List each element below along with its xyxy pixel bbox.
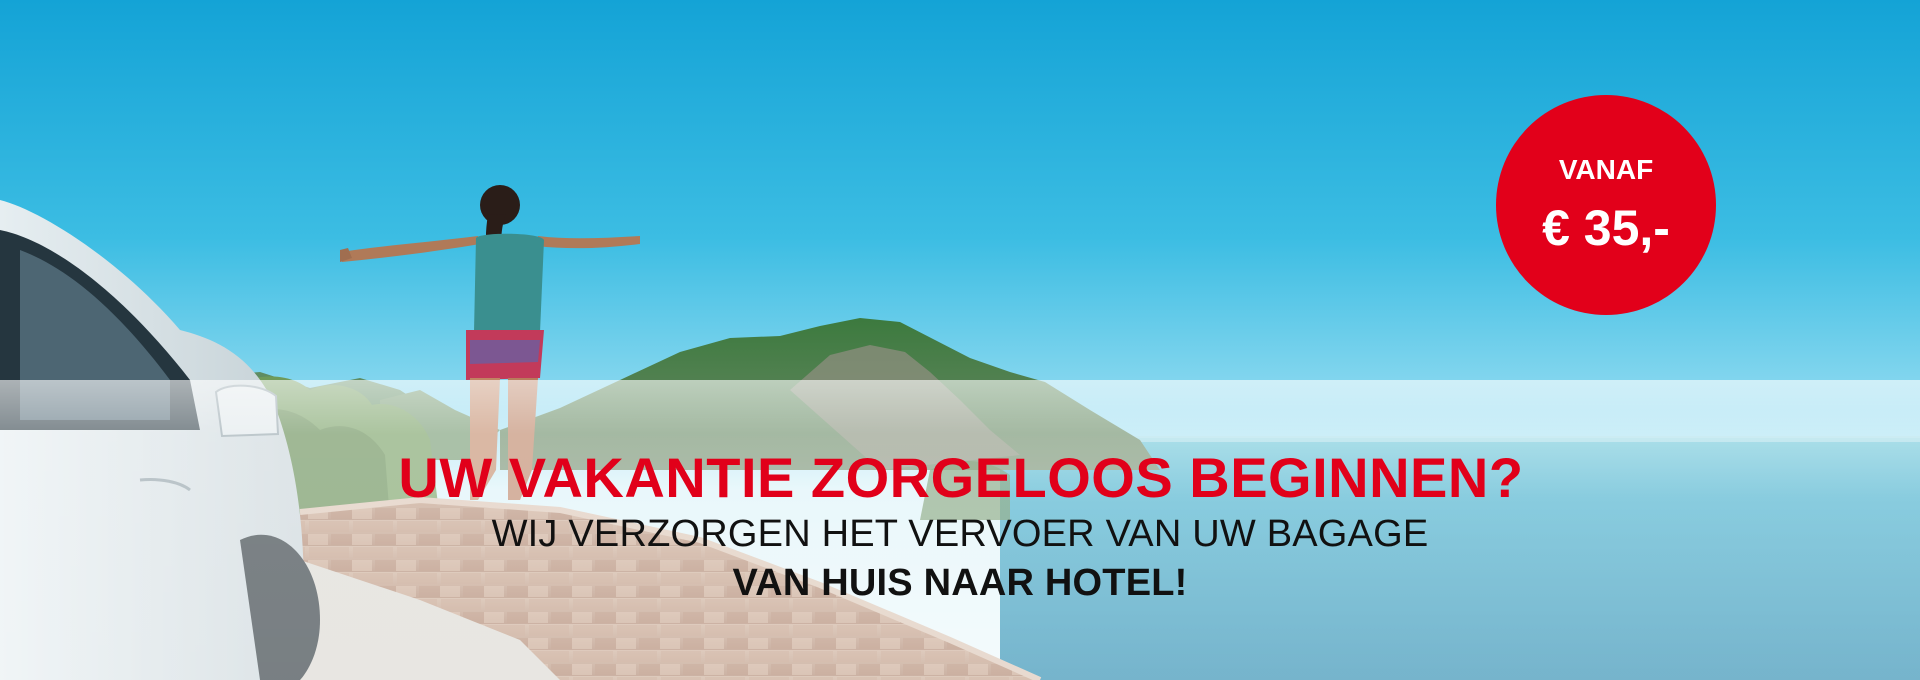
hero-subline: WIJ VERZORGEN HET VERVOER VAN UW BAGAGE [491,513,1429,555]
price-badge-label: VANAF [1558,154,1654,185]
hero-headline: UW VAKANTIE ZORGELOOS BEGINNEN? [398,446,1524,509]
price-badge-value: € 35,- [1542,200,1670,256]
hero-banner: UW VAKANTIE ZORGELOOS BEGINNEN? WIJ VERZ… [0,0,1920,680]
price-badge: VANAF € 35,- [1496,95,1716,315]
hero-text: UW VAKANTIE ZORGELOOS BEGINNEN? WIJ VERZ… [0,448,1920,608]
hero-subline-strong: VAN HUIS NAAR HOTEL! [732,562,1188,604]
